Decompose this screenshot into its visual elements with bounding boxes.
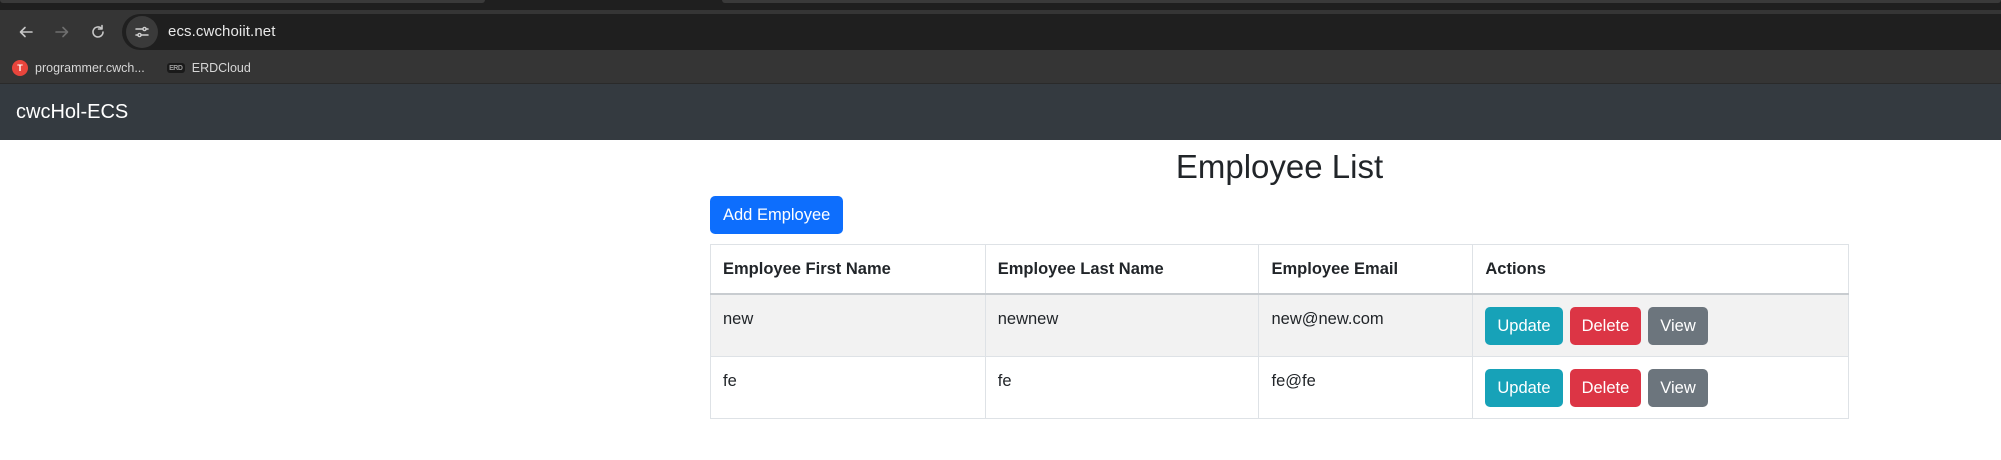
- inactive-tab-edge[interactable]: [722, 0, 2001, 3]
- browser-toolbar: ecs.cwchoiit.net: [0, 10, 2001, 53]
- arrow-right-icon: [55, 26, 69, 37]
- forward-button[interactable]: [44, 14, 80, 50]
- site-info-button[interactable]: [126, 15, 158, 48]
- table-row: fe fe fe@fe Update Delete View: [710, 355, 1849, 419]
- view-button[interactable]: View: [1648, 368, 1708, 407]
- header-email: Employee Email: [1258, 244, 1474, 295]
- cell-email: fe@fe: [1258, 355, 1474, 419]
- table-header-row: Employee First Name Employee Last Name E…: [710, 244, 1849, 295]
- header-first-name: Employee First Name: [710, 244, 986, 295]
- back-button[interactable]: [8, 14, 44, 50]
- update-button[interactable]: Update: [1485, 368, 1563, 407]
- bookmarks-bar: T programmer.cwch... ERD ERDCloud: [0, 53, 2001, 84]
- cell-email: new@new.com: [1258, 293, 1474, 357]
- employee-table: Employee First Name Employee Last Name E…: [710, 244, 1849, 419]
- bookmark-label: programmer.cwch...: [35, 61, 145, 75]
- cell-actions: Update Delete View: [1472, 293, 1849, 357]
- arrow-left-icon: [19, 26, 33, 37]
- view-button[interactable]: View: [1648, 307, 1708, 345]
- table-row: new newnew new@new.com Update Delete View: [710, 293, 1849, 357]
- browser-tab-strip: [0, 0, 2001, 10]
- update-button[interactable]: Update: [1485, 307, 1563, 345]
- app-navbar: cwcHol-ECS: [0, 84, 2001, 140]
- address-bar[interactable]: ecs.cwchoiit.net: [122, 13, 2001, 50]
- delete-button[interactable]: Delete: [1569, 307, 1642, 345]
- header-last-name: Employee Last Name: [984, 244, 1260, 295]
- bookmark-label: ERDCloud: [191, 61, 251, 75]
- bookmark-programmer[interactable]: T programmer.cwch...: [12, 60, 145, 76]
- reload-icon: [92, 24, 104, 38]
- page-title: Employee List: [1175, 148, 1384, 185]
- header-actions: Actions: [1472, 244, 1849, 295]
- t-favicon-icon: T: [12, 60, 28, 76]
- add-employee-button[interactable]: Add Employee: [710, 196, 844, 234]
- bookmark-erdcloud[interactable]: ERD ERDCloud: [166, 61, 251, 75]
- cell-last-name: newnew: [984, 293, 1260, 357]
- cell-first-name: fe: [710, 355, 986, 419]
- cell-first-name: new: [710, 293, 986, 357]
- reload-button[interactable]: [80, 14, 116, 50]
- navbar-brand[interactable]: cwcHol-ECS: [16, 101, 128, 124]
- delete-button[interactable]: Delete: [1569, 368, 1642, 407]
- cell-actions: Update Delete View: [1472, 355, 1849, 419]
- cell-last-name: fe: [984, 355, 1260, 419]
- url-text[interactable]: ecs.cwchoiit.net: [168, 23, 275, 40]
- tune-icon: [135, 26, 149, 37]
- erdcloud-favicon-icon: ERD: [166, 63, 185, 73]
- active-tab-edge[interactable]: [0, 0, 485, 3]
